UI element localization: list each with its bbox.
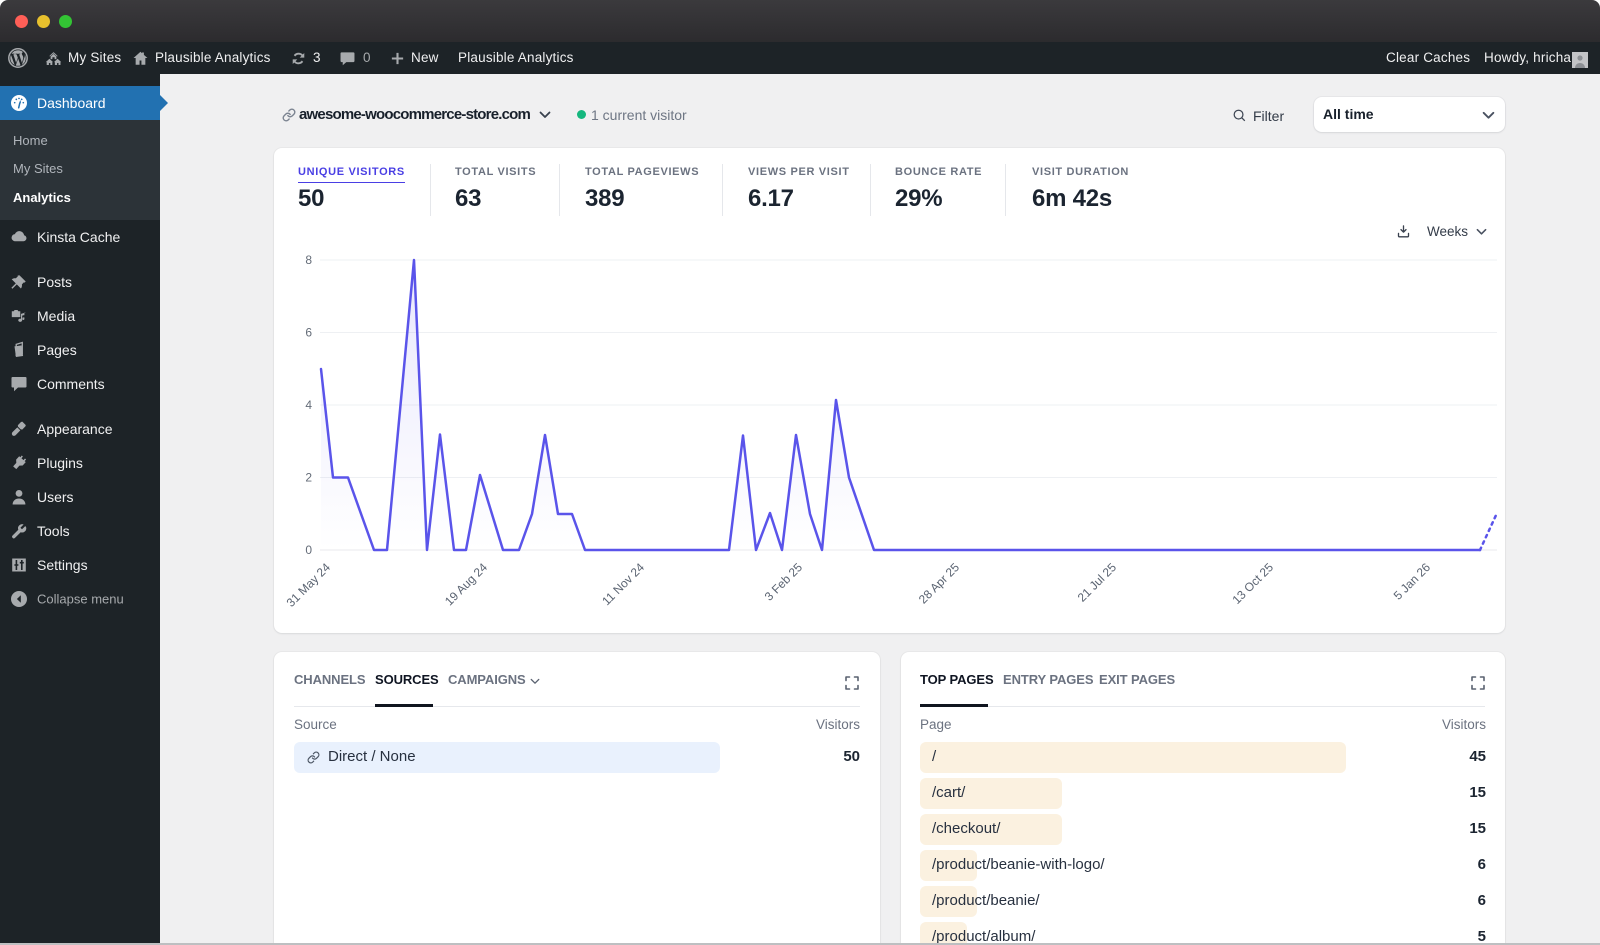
svg-text:2: 2 — [305, 471, 312, 485]
svg-text:19 Aug 24: 19 Aug 24 — [442, 560, 490, 608]
svg-text:31 May 24: 31 May 24 — [284, 560, 334, 610]
svg-text:28 Apr 25: 28 Apr 25 — [916, 560, 962, 606]
svg-text:3 Feb 25: 3 Feb 25 — [762, 560, 806, 604]
svg-text:8: 8 — [305, 253, 312, 267]
svg-text:6: 6 — [305, 326, 312, 340]
svg-text:5 Jan 26: 5 Jan 26 — [1391, 560, 1434, 603]
svg-text:21 Jul 25: 21 Jul 25 — [1075, 560, 1120, 605]
svg-text:4: 4 — [305, 398, 312, 412]
svg-text:0: 0 — [305, 543, 312, 557]
svg-text:11 Nov 24: 11 Nov 24 — [599, 560, 647, 608]
svg-text:13 Oct 25: 13 Oct 25 — [1229, 560, 1276, 607]
